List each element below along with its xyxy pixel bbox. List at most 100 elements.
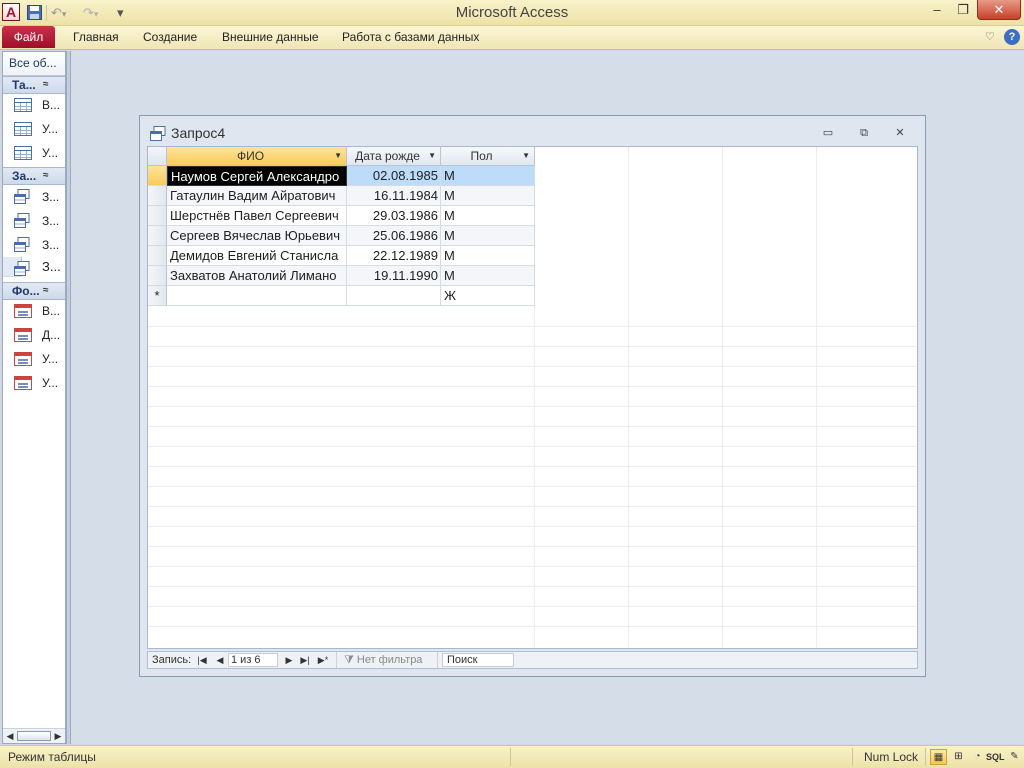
scroll-right-icon[interactable]: ▶: [52, 729, 64, 743]
nav-item-table[interactable]: У...: [3, 141, 65, 165]
cell-birth-date[interactable]: 02.08.1985: [347, 166, 441, 186]
row-selector[interactable]: [148, 266, 167, 286]
new-record-button[interactable]: ▶*: [315, 652, 331, 668]
cell-fio[interactable]: Шерстнёв Павел Сергеевич: [167, 206, 347, 226]
nav-item-query[interactable]: З...: [3, 185, 65, 209]
nav-item-query[interactable]: З...: [3, 233, 65, 257]
cell-sex[interactable]: М: [441, 206, 535, 226]
minimize-window-button[interactable]: –: [925, 0, 949, 20]
nav-item-form[interactable]: У...: [3, 371, 65, 395]
ribbon-minimize-icon[interactable]: ♡: [985, 30, 995, 43]
cell-birth-date[interactable]: 19.11.1990: [347, 266, 441, 286]
query-icon: [150, 126, 166, 141]
next-record-button[interactable]: ▶: [283, 652, 295, 668]
nav-item-table[interactable]: У...: [3, 117, 65, 141]
column-dropdown-icon[interactable]: ▼: [334, 147, 342, 165]
grid-line: [148, 606, 917, 607]
cell-birth-date[interactable]: 16.11.1984: [347, 186, 441, 206]
row-selector[interactable]: [148, 246, 167, 266]
nav-item-table[interactable]: В...: [3, 93, 65, 117]
first-record-button[interactable]: |◀: [196, 652, 208, 668]
row-selector[interactable]: [148, 206, 167, 226]
grid-line: [148, 366, 917, 367]
scroll-left-icon[interactable]: ◀: [4, 729, 16, 743]
collapse-chevron-icon[interactable]: ≈: [43, 168, 49, 184]
nav-group-label: Фо...: [12, 284, 40, 298]
design-view-icon[interactable]: ✎: [1006, 749, 1023, 765]
grid-line: [628, 147, 629, 648]
nav-group-forms[interactable]: Фо... ≈: [3, 282, 65, 300]
close-window-button[interactable]: ✕: [977, 0, 1021, 20]
nav-item-label: У...: [42, 146, 59, 160]
row-selector[interactable]: [148, 226, 167, 246]
tab-create[interactable]: Создание: [143, 26, 197, 48]
cell-sex[interactable]: М: [441, 186, 535, 206]
nav-group-queries[interactable]: За... ≈: [3, 167, 65, 185]
close-query-button[interactable]: ✕: [892, 126, 908, 140]
form-icon: [14, 328, 32, 342]
column-header-fio[interactable]: ФИО ▼: [167, 147, 347, 166]
row-selector[interactable]: [148, 186, 167, 206]
datasheet-view-icon[interactable]: ▦: [930, 749, 947, 765]
cell-sex[interactable]: М: [441, 246, 535, 266]
column-header-label: Пол: [470, 149, 493, 163]
pivot-table-view-icon[interactable]: ⊞: [950, 749, 967, 765]
restore-query-button[interactable]: ⧉: [856, 126, 872, 140]
search-input[interactable]: Поиск: [442, 653, 514, 667]
scroll-thumb[interactable]: [17, 731, 51, 741]
cell-birth-date[interactable]: 22.12.1989: [347, 246, 441, 266]
cell-fio[interactable]: [167, 286, 347, 306]
last-record-button[interactable]: ▶|: [299, 652, 311, 668]
help-icon[interactable]: ?: [1004, 29, 1020, 45]
cell-fio[interactable]: Сергеев Вячеслав Юрьевич: [167, 226, 347, 246]
grid-line: [148, 446, 917, 447]
new-record-marker[interactable]: *: [148, 286, 167, 306]
pivot-chart-view-icon[interactable]: ◔: [969, 749, 986, 765]
nav-item-query-selected[interactable]: З...: [3, 257, 61, 277]
tab-file[interactable]: Файл: [2, 26, 55, 48]
nav-pane-header[interactable]: Все об...: [3, 52, 65, 76]
collapse-chevron-icon[interactable]: ≈: [43, 283, 49, 299]
grid-line: [148, 466, 917, 467]
cell-fio[interactable]: Наумов Сергей Александро: [167, 166, 347, 186]
cell-sex[interactable]: М: [441, 166, 535, 186]
cell-fio[interactable]: Захватов Анатолий Лимано: [167, 266, 347, 286]
cell-fio[interactable]: Демидов Евгений Станисла: [167, 246, 347, 266]
nav-group-tables[interactable]: Та... ≈: [3, 76, 65, 94]
nav-item-form[interactable]: Д...: [3, 323, 65, 347]
nav-item-form[interactable]: У...: [3, 347, 65, 371]
tab-external-data[interactable]: Внешние данные: [222, 26, 319, 48]
grid-line: [148, 426, 917, 427]
column-dropdown-icon[interactable]: ▼: [522, 147, 530, 165]
cell-sex[interactable]: Ж: [441, 286, 535, 306]
column-header-birth-date[interactable]: Дата рожде ▼: [347, 147, 441, 166]
no-filter-button[interactable]: ⧩ Нет фильтра: [344, 652, 422, 668]
select-all-corner[interactable]: [148, 147, 167, 166]
nav-item-label: У...: [42, 352, 59, 366]
tab-home[interactable]: Главная: [73, 26, 119, 48]
sql-view-icon[interactable]: SQL: [986, 749, 1005, 765]
record-position-input[interactable]: 1 из 6: [228, 653, 278, 667]
cell-sex[interactable]: М: [441, 266, 535, 286]
nav-item-label: З...: [42, 214, 60, 228]
minimize-query-button[interactable]: ▭: [820, 126, 836, 140]
cell-fio[interactable]: Гатаулин Вадим Айратович: [167, 186, 347, 206]
collapse-chevron-icon[interactable]: ≈: [43, 77, 49, 93]
query-window-titlebar[interactable]: Запрос4 ▭ ⧉ ✕: [140, 116, 925, 146]
nav-item-form[interactable]: В...: [3, 299, 65, 323]
cell-birth-date[interactable]: 25.06.1986: [347, 226, 441, 246]
tab-database-tools[interactable]: Работа с базами данных: [342, 26, 479, 48]
cell-sex[interactable]: М: [441, 226, 535, 246]
cell-birth-date[interactable]: [347, 286, 441, 306]
form-icon: [14, 376, 32, 390]
nav-group-label: За...: [12, 169, 37, 183]
maximize-window-button[interactable]: ❐: [951, 0, 975, 20]
nav-pane-scrollbar[interactable]: ◀ ▶: [3, 728, 65, 743]
row-selector[interactable]: [148, 166, 167, 186]
previous-record-button[interactable]: ◀: [214, 652, 226, 668]
column-dropdown-icon[interactable]: ▼: [428, 147, 436, 165]
nav-item-query[interactable]: З...: [3, 209, 65, 233]
column-header-sex[interactable]: Пол ▼: [441, 147, 535, 166]
nav-group-label: Та...: [12, 78, 36, 92]
cell-birth-date[interactable]: 29.03.1986: [347, 206, 441, 226]
